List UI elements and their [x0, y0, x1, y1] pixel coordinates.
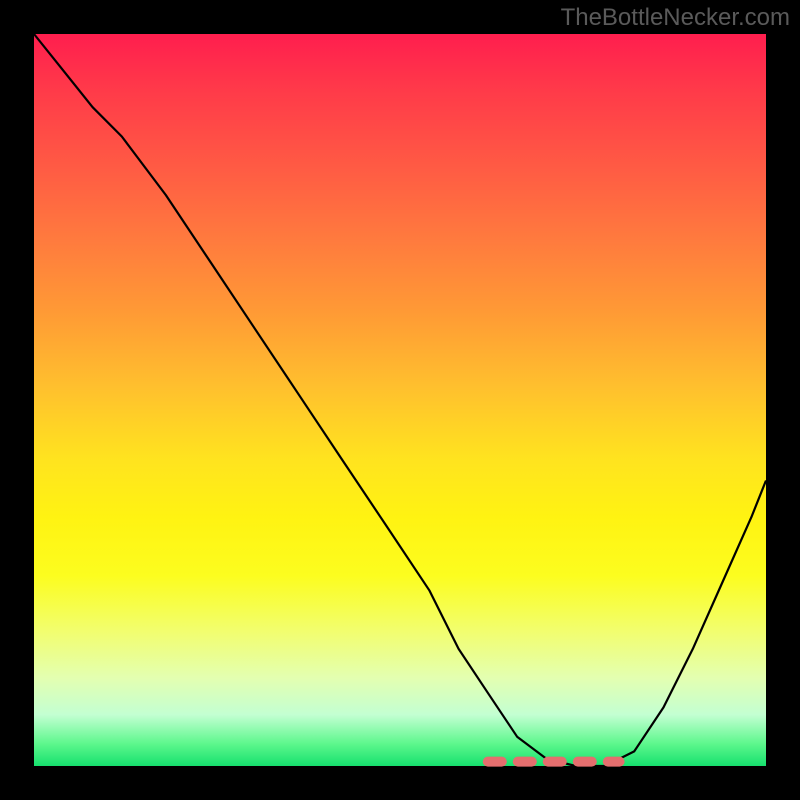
plot-area [34, 34, 766, 766]
chart-svg [34, 34, 766, 766]
watermark-text: TheBottleNecker.com [561, 4, 790, 32]
bottleneck-curve [34, 34, 766, 766]
chart-frame: TheBottleNecker.com [0, 0, 800, 800]
